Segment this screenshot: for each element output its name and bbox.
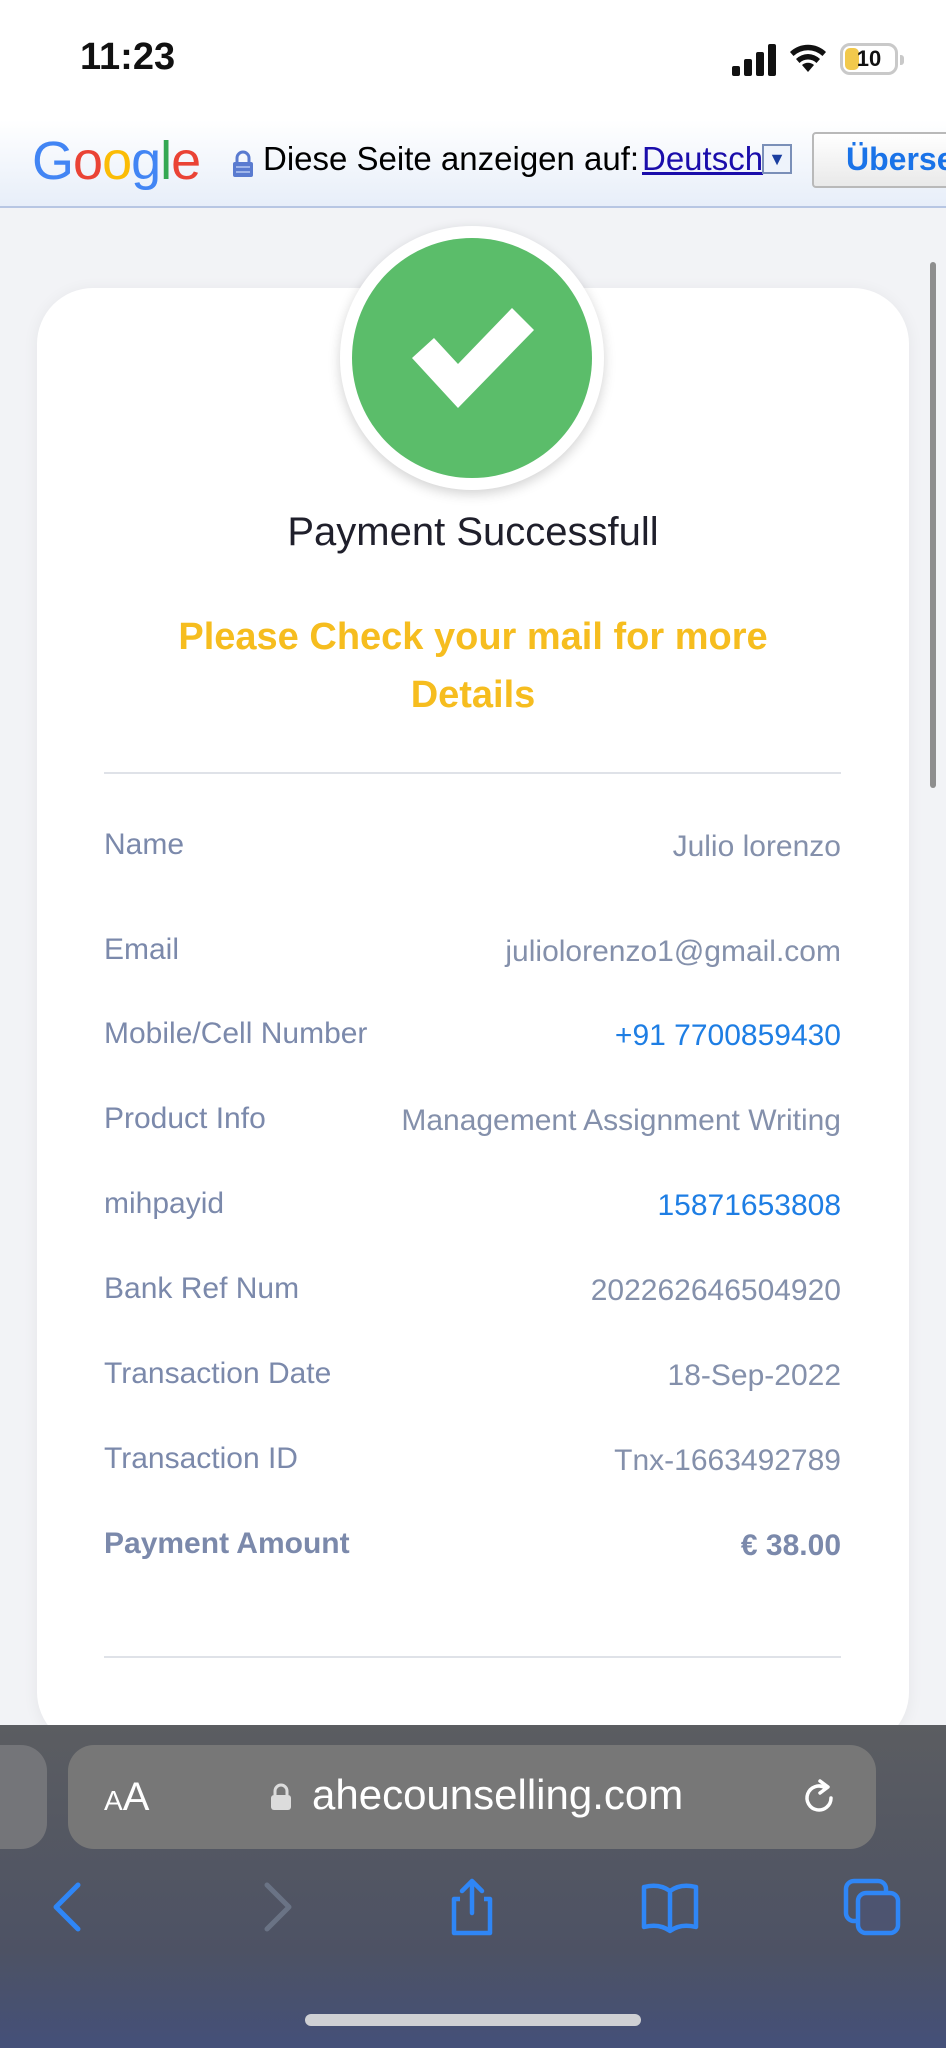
battery-icon: 10 — [840, 43, 904, 75]
tabs-icon[interactable] — [842, 1877, 902, 1937]
detail-label: Transaction Date — [104, 1357, 332, 1390]
divider-bottom — [104, 1656, 841, 1658]
detail-row-mihpayid: mihpayid 15871653808 — [104, 1187, 841, 1231]
browser-toolbar: AA ahecounselling.com — [0, 1725, 946, 2048]
detail-label: Bank Ref Num — [104, 1272, 300, 1305]
google-translate-bar: Google Diese Seite anzeigen auf: Deutsch… — [0, 120, 946, 208]
share-icon[interactable] — [442, 1877, 502, 1937]
lock-icon — [233, 150, 253, 177]
payment-title: Payment Successfull — [287, 510, 659, 554]
checkmark-icon — [352, 238, 592, 478]
home-indicator[interactable] — [305, 2014, 641, 2026]
detail-row-product: Product Info Management Assignment Writi… — [104, 1102, 841, 1146]
detail-row-mobile: Mobile/Cell Number +91 7700859430 — [104, 1017, 841, 1061]
detail-value: Management Assignment Writing — [401, 1104, 841, 1137]
detail-label: Product Info — [104, 1102, 266, 1135]
payment-amount: € 38.00 — [740, 1529, 841, 1562]
translate-button[interactable]: Überse — [812, 132, 946, 188]
divider-top — [104, 772, 841, 774]
payment-subtitle: Please Check your mail for more Details — [178, 616, 768, 716]
text-size-button[interactable]: AA — [104, 1775, 149, 1820]
back-icon[interactable] — [40, 1877, 100, 1937]
status-time: 11:23 — [80, 36, 176, 78]
detail-label: Mobile/Cell Number — [104, 1017, 368, 1050]
detail-row-transaction-id: Transaction ID Tnx-1663492789 — [104, 1442, 841, 1486]
detail-row-email: Email juliolorenzo1@gmail.com — [104, 933, 841, 977]
battery-level: 10 — [856, 46, 882, 71]
detail-value: 202262646504920 — [590, 1274, 841, 1307]
detail-value: juliolorenzo1@gmail.com — [505, 935, 841, 968]
detail-label: Name — [104, 828, 185, 861]
language-dropdown-icon[interactable]: ▼ — [762, 144, 792, 174]
wifi-icon — [790, 44, 826, 72]
detail-label: Payment Amount — [104, 1527, 350, 1560]
detail-row-name: Name Julio lorenzo — [104, 828, 841, 872]
bookmarks-icon[interactable] — [640, 1877, 700, 1937]
address-bar[interactable]: AA ahecounselling.com — [68, 1745, 876, 1849]
cellular-signal-icon — [732, 44, 776, 76]
detail-row-date: Transaction Date 18-Sep-2022 — [104, 1357, 841, 1401]
phone-link[interactable]: +91 7700859430 — [615, 1019, 841, 1053]
detail-row-bank-ref: Bank Ref Num 202262646504920 — [104, 1272, 841, 1316]
detail-label: mihpayid — [104, 1187, 225, 1220]
detail-label: Email — [104, 933, 180, 966]
detail-value: Julio lorenzo — [672, 830, 841, 863]
status-bar: 11:23 10 — [0, 0, 946, 120]
detail-value: 18-Sep-2022 — [667, 1359, 841, 1392]
reload-icon[interactable] — [798, 1777, 840, 1819]
detail-value: Tnx-1663492789 — [614, 1444, 841, 1477]
mihpayid-link[interactable]: 15871653808 — [657, 1189, 841, 1223]
language-link[interactable]: Deutsch — [642, 140, 763, 178]
detail-label: Transaction ID — [104, 1442, 298, 1475]
detail-row-amount: Payment Amount € 38.00 — [104, 1527, 841, 1571]
lock-icon — [271, 1783, 291, 1810]
translate-prompt: Diese Seite anzeigen auf: — [263, 140, 640, 177]
forward-icon[interactable] — [245, 1877, 305, 1937]
google-logo: Google — [32, 131, 201, 191]
url-text[interactable]: ahecounselling.com — [312, 1771, 683, 1819]
previous-tab-preview[interactable] — [0, 1745, 47, 1849]
